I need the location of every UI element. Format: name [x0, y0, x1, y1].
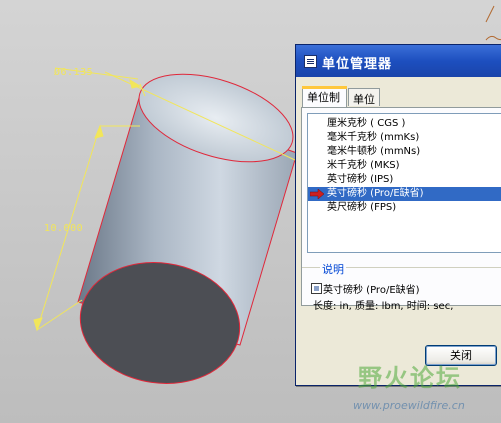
- unit-manager-dialog: 单位管理器 单位制 单位 厘米克秒 ( CGS ) 毫米千克秒 (mmKs) 毫…: [295, 44, 501, 386]
- list-item-label: 英尺磅秒 (FPS): [327, 202, 397, 213]
- list-item-label: 厘米克秒 ( CGS ): [327, 118, 406, 129]
- watermark-logo: 野火论坛: [358, 364, 462, 392]
- list-item[interactable]: 毫米牛顿秒 (mmNs): [308, 145, 501, 159]
- active-arrow-icon: [310, 189, 324, 199]
- list-item[interactable]: 厘米克秒 ( CGS ): [308, 117, 501, 131]
- list-item-label: 英寸磅秒 (IPS): [327, 174, 394, 185]
- description-name: 英寸磅秒 (Pro/E缺省): [323, 285, 420, 296]
- description-icon: [311, 283, 322, 294]
- dialog-titlebar[interactable]: 单位管理器: [296, 45, 501, 77]
- list-item[interactable]: 英尺磅秒 (FPS): [308, 201, 501, 215]
- tab-units[interactable]: 单位: [348, 88, 380, 106]
- list-item-label: 毫米千克秒 (mmKs): [327, 132, 420, 143]
- list-item-label: 英寸磅秒 (Pro/E缺省): [327, 188, 424, 199]
- dialog-title: 单位管理器: [322, 57, 393, 72]
- list-item[interactable]: 米千克秒 (MKS): [308, 159, 501, 173]
- watermark-url: www.proewildfire.cn: [353, 399, 465, 412]
- list-item[interactable]: 英寸磅秒 (IPS): [308, 173, 501, 187]
- view-orientation-glyph: [485, 5, 501, 41]
- description-title: 说明: [320, 261, 346, 277]
- window-icon: [304, 55, 317, 68]
- list-item-label: 毫米牛顿秒 (mmNs): [327, 146, 421, 157]
- list-item[interactable]: 毫米千克秒 (mmKs): [308, 131, 501, 145]
- list-item-label: 米千克秒 (MKS): [327, 160, 400, 171]
- tab-unit-systems[interactable]: 单位制: [302, 86, 347, 107]
- diameter-label[interactable]: Ø6.135: [54, 67, 93, 78]
- list-item-selected[interactable]: 英寸磅秒 (Pro/E缺省): [308, 187, 501, 201]
- description-detail: 长度: in, 质量: lbm, 时间: sec,: [313, 301, 454, 312]
- unit-system-list[interactable]: 厘米克秒 ( CGS ) 毫米千克秒 (mmKs) 毫米牛顿秒 (mmNs) 米…: [307, 113, 501, 253]
- height-label[interactable]: 10.000: [44, 223, 83, 234]
